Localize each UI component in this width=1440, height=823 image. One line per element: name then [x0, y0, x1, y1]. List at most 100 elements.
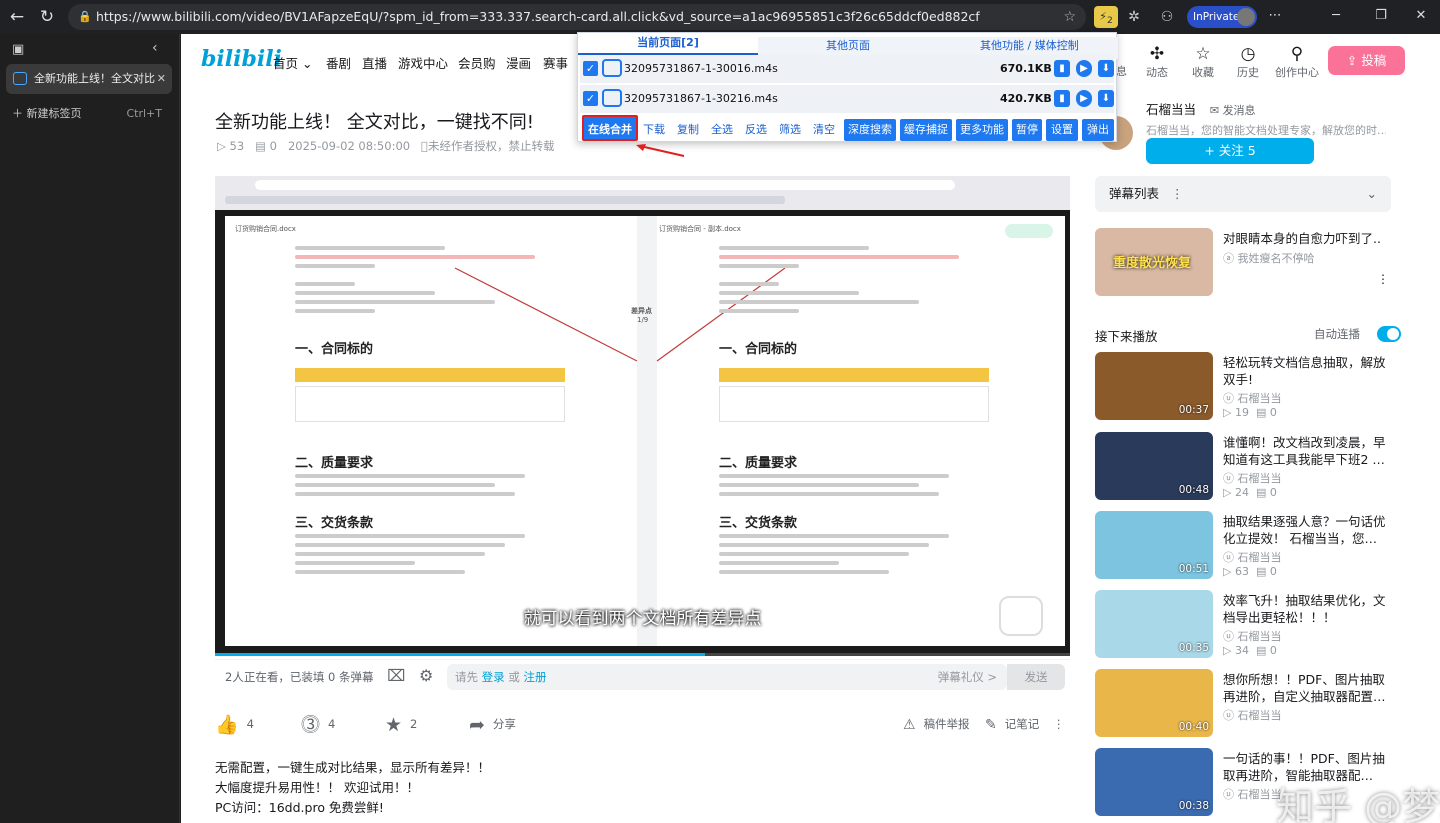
header-dynamic[interactable]: ✣ 动态 [1137, 44, 1177, 80]
inprivate-badge[interactable]: InPrivate [1187, 6, 1257, 28]
header-creator[interactable]: ⚲ 创作中心 [1274, 44, 1320, 80]
favorite-star-icon[interactable]: ☆ [1063, 4, 1076, 30]
filter-button[interactable]: 筛选 [775, 119, 805, 141]
address-bar[interactable]: 🔒 https://www.bilibili.com/video/BV1AFap… [68, 4, 1086, 30]
tab-other-features[interactable]: 其他功能 / 媒体控制 [980, 37, 1079, 53]
browser-toolbar: ← ↻ 🔒 https://www.bilibili.com/video/BV1… [0, 0, 1440, 34]
back-icon[interactable]: ← [6, 6, 28, 28]
share-button[interactable]: ➦ 分享 [469, 710, 516, 738]
dm-prefix: 请先 [455, 670, 478, 684]
minimize-icon[interactable]: ─ [1325, 8, 1347, 23]
tab-current-page[interactable]: 当前页面[2] [578, 33, 758, 55]
clear-button[interactable]: 清空 [809, 119, 839, 141]
deep-search-button[interactable]: 深度搜索 [844, 119, 896, 141]
bilibili-logo[interactable]: bilibili [201, 46, 282, 72]
recommend-card[interactable]: 00:35 效率飞升！抽取结果优化，文档导出更轻松！！！ ⓤ 石榴当当 ▷ 34 ▤ … [1095, 590, 1395, 662]
nav-live[interactable]: 直播 [362, 53, 387, 72]
coin-button[interactable]: ⓷4 [301, 710, 335, 738]
autoplay-toggle[interactable] [1377, 326, 1401, 342]
header-favorites[interactable]: ☆ 收藏 [1183, 44, 1223, 80]
doc-left-lines [295, 246, 535, 313]
extensions-puzzle-icon[interactable]: ✲ [1123, 7, 1145, 27]
recommend-card[interactable]: 00:37 轻松玩转文档信息抽取，解放双手! ⓤ 石榴当当 ▷ 19 ▤ 0 [1095, 352, 1395, 424]
doc-left-section-2: 二、质量要求 [295, 456, 374, 471]
sidebar-toggle-icon[interactable]: ▣ [12, 42, 24, 57]
nav-bangumi[interactable]: 番剧 [326, 53, 351, 72]
sidebar-tab-active[interactable]: 全新功能上线！全文对比 ✕ [6, 64, 172, 94]
download-icon[interactable]: ⬇ [1098, 90, 1114, 107]
copy-icon[interactable]: ▮ [1054, 90, 1070, 107]
download-icon[interactable]: ⬇ [1098, 60, 1114, 77]
send-danmaku-button[interactable]: 发送 [1007, 664, 1065, 690]
close-window-icon[interactable]: ✕ [1410, 8, 1432, 23]
video-player[interactable]: 订货购销合同.docx 订货购销合同 - 副本.docx 差异点 1/9 一、合… [215, 176, 1070, 656]
recommend-card[interactable]: 00:51 抽取结果逐强人意？一句话优化立提效！ 石榴当当，您… ⓤ 石榴当当 ▷ 6… [1095, 511, 1395, 583]
profile-switch-icon[interactable]: ⚇ [1156, 7, 1178, 27]
recommend-card[interactable]: 00:48 谁懂啊！改文档改到凌晨，早知道有这工具我能早下班2 … ⓤ 石榴当当 ▷ … [1095, 432, 1395, 504]
register-link[interactable]: 注册 [523, 670, 546, 684]
up-badge-icon: ⓤ [1223, 630, 1238, 643]
share-arrow-icon: ➦ [469, 713, 485, 736]
collapse-sidebar-icon[interactable]: ‹ [152, 40, 158, 56]
cache-capture-button[interactable]: 缓存捕捉 [900, 119, 952, 141]
close-tab-icon[interactable]: ✕ [157, 64, 166, 94]
message-label-partial[interactable]: 息 [1116, 63, 1127, 79]
play-count-icon: ▷ [1223, 644, 1235, 657]
maximize-icon[interactable]: ❐ [1370, 8, 1392, 23]
rec-duration: 00:51 [1178, 563, 1209, 575]
download-button[interactable]: 下载 [640, 119, 668, 141]
more-actions-icon[interactable]: ⋮ [1053, 710, 1065, 738]
pause-button[interactable]: 暂停 [1012, 119, 1042, 141]
danmaku-toggle-icon[interactable]: ⌧ [387, 666, 405, 685]
uploader-name[interactable]: 石榴当当 [1146, 102, 1196, 117]
video-meta: ▷ 53 ▤ 0 2025-09-02 08:50:00 ⃠未经作者授权，禁止转… [217, 138, 554, 154]
settings-button[interactable]: 设置 [1046, 119, 1078, 141]
copy-button[interactable]: 复制 [673, 119, 703, 141]
login-link[interactable]: 登录 [482, 670, 505, 684]
play-icon[interactable]: ▶ [1076, 60, 1092, 77]
file-row[interactable]: ✓ 32095731867-1-30016.m4s 670.1KB ▮ ▶ ⬇ [580, 55, 1114, 83]
popout-button[interactable]: 弹出 [1082, 119, 1114, 141]
danmaku-count-icon: ▤ [1255, 406, 1270, 419]
extension-icon[interactable]: ⚡2 [1094, 6, 1118, 28]
follow-button[interactable]: + 关注 5 [1146, 138, 1314, 164]
invert-select-button[interactable]: 反选 [741, 119, 771, 141]
upload-button[interactable]: ⇪ 投稿 [1328, 46, 1405, 75]
up-badge-icon: ⓤ [1223, 709, 1238, 722]
danmaku-settings-icon[interactable]: ⚙ [419, 666, 433, 685]
copy-icon[interactable]: ▮ [1054, 60, 1070, 77]
more-menu-icon[interactable]: ⋯ [1264, 8, 1286, 23]
thumb-up-icon: 👍 [215, 713, 239, 736]
ad-more-icon[interactable]: ⋮ [1377, 272, 1389, 286]
recommend-card[interactable]: 00:40 想你所想！！PDF、图片抽取再进阶，自定义抽取器配置… ⓤ 石榴当当 [1095, 669, 1395, 741]
nav-manga[interactable]: 漫画 [506, 53, 531, 72]
desc-line-3: PC访问：16dd.pro 免费尝鲜! [215, 800, 384, 815]
refresh-icon[interactable]: ↻ [36, 6, 58, 28]
chevron-down-icon: ⌄ [1366, 186, 1377, 201]
checkbox-checked-icon[interactable]: ✓ [583, 61, 598, 76]
nav-shop[interactable]: 会员购 [458, 53, 496, 72]
file-row[interactable]: ✓ 32095731867-1-30216.m4s 420.7KB ▮ ▶ ⬇ [580, 85, 1114, 113]
favorite-button[interactable]: ★ 2 [385, 710, 417, 738]
video-progress[interactable] [215, 653, 1070, 656]
recommend-card[interactable]: 00:38 一句话的事！！PDF、图片抽取再进阶，智能抽取器配… ⓤ 石榴当当 [1095, 748, 1395, 820]
tab-other-pages[interactable]: 其他页面 [826, 37, 870, 53]
nav-game[interactable]: 游戏中心 [398, 53, 448, 72]
danmaku-etiquette-link[interactable]: 弹幕礼仪 > [938, 664, 997, 690]
more-features-button[interactable]: 更多功能 [956, 119, 1008, 141]
select-all-button[interactable]: 全选 [707, 119, 737, 141]
play-icon[interactable]: ▶ [1076, 90, 1092, 107]
ad-card[interactable]: 重度散光恢复 对眼睛本身的自愈力吓到了.. ⓐ 我姓瘦名不停哈 ⋮ [1095, 228, 1395, 300]
send-message-link[interactable]: ✉ 发消息 [1210, 104, 1256, 117]
online-merge-button[interactable]: 在线合并 [582, 115, 638, 141]
danmaku-list-panel[interactable]: 弹幕列表 ⋮ ⌄ [1095, 176, 1391, 212]
nav-home[interactable]: 首页 ⌄ [273, 53, 312, 72]
nav-match[interactable]: 赛事 [543, 53, 568, 72]
new-tab-button[interactable]: ＋ 新建标签页 Ctrl+T [12, 104, 172, 124]
report-button[interactable]: ⚠ 稿件举报 [903, 710, 970, 738]
checkbox-checked-icon[interactable]: ✓ [583, 91, 598, 106]
danmaku-input[interactable]: 请先 登录 或 注册 弹幕礼仪 > [447, 664, 1007, 690]
note-button[interactable]: ✎ 记笔记 [985, 710, 1039, 738]
header-history[interactable]: ◷ 历史 [1228, 44, 1268, 80]
like-button[interactable]: 👍 4 [215, 710, 254, 738]
